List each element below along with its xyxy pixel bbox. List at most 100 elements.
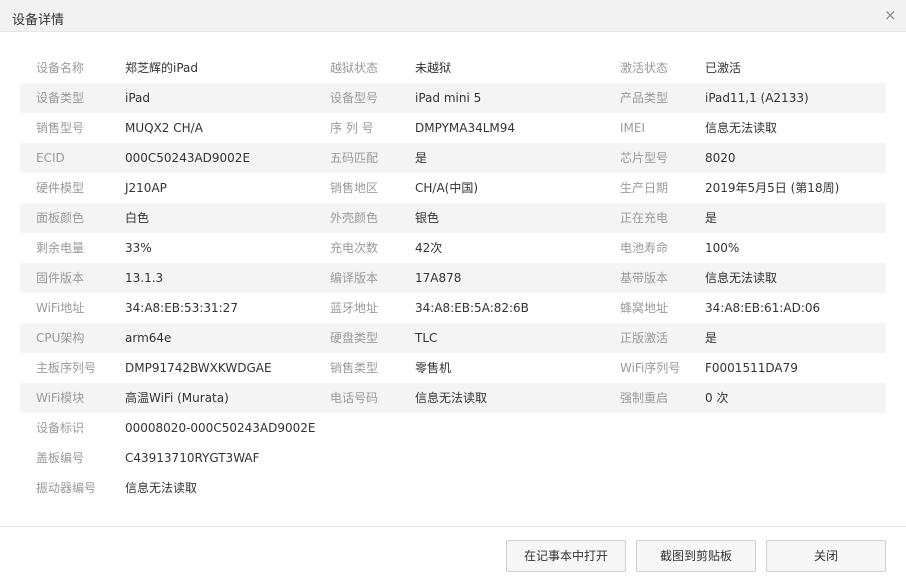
- field-value-charge-cycles: 42次: [415, 241, 443, 255]
- field-value-chip-model: 8020: [705, 151, 736, 165]
- field-label-device-name: 设备名称: [36, 61, 85, 75]
- info-row: 设备标识 00008020-000C50243AD9002E: [20, 413, 886, 443]
- field-value-cover-number: C43913710RYGT3WAF: [125, 451, 260, 465]
- field-label-vibrator-number: 振动器编号: [36, 481, 97, 495]
- field-label-genuine-activation: 正版激活: [620, 331, 669, 345]
- field-label-force-restart: 强制重启: [620, 391, 669, 405]
- field-value-wifi-address: 34:A8:EB:53:31:27: [125, 301, 238, 315]
- info-row: 固件版本 13.1.3 编译版本 17A878 基带版本 信息无法读取: [20, 263, 886, 293]
- device-info-grid: 设备名称 郑芝辉的iPad 越狱状态 未越狱 激活状态 已激活 设备类型 iPa…: [20, 53, 886, 503]
- field-label-charging: 正在充电: [620, 211, 669, 225]
- info-row: 主板序列号 DMP91742BWXKWDGAE 销售类型 零售机 WiFi序列号…: [20, 353, 886, 383]
- field-label-product-type: 产品类型: [620, 91, 669, 105]
- field-label-firmware-version: 固件版本: [36, 271, 85, 285]
- field-label-cover-number: 盖板编号: [36, 451, 85, 465]
- dialog-title: 设备详情: [12, 13, 65, 28]
- field-value-hardware-model: J210AP: [125, 181, 167, 195]
- info-row: 销售型号 MUQX2 CH/A 序 列 号 DMPYMA34LM94 IMEI …: [20, 113, 886, 143]
- field-value-vibrator-number: 信息无法读取: [125, 481, 198, 495]
- field-value-build-version: 17A878: [415, 271, 462, 285]
- field-label-activation-status: 激活状态: [620, 61, 669, 75]
- field-value-activation-status: 已激活: [705, 61, 742, 75]
- field-value-wifi-module: 高温WiFi (Murata): [125, 391, 229, 405]
- footer-divider: [0, 526, 906, 527]
- copy-screenshot-button[interactable]: 截图到剪贴板: [636, 540, 756, 572]
- field-value-shell-color: 银色: [415, 211, 440, 225]
- field-label-sales-model: 销售型号: [36, 121, 85, 135]
- field-label-wifi-module: WiFi模块: [36, 391, 85, 405]
- field-value-force-restart: 0 次: [705, 391, 729, 405]
- field-label-board-serial: 主板序列号: [36, 361, 97, 375]
- field-label-wifi-address: WiFi地址: [36, 301, 85, 315]
- field-label-production-date: 生产日期: [620, 181, 669, 195]
- info-row: 设备名称 郑芝辉的iPad 越狱状态 未越狱 激活状态 已激活: [20, 53, 886, 83]
- field-value-wifi-serial: F0001511DA79: [705, 361, 798, 375]
- field-value-battery-level: 33%: [125, 241, 152, 255]
- field-value-cellular-address: 34:A8:EB:61:AD:06: [705, 301, 821, 315]
- field-value-disk-type: TLC: [415, 331, 438, 345]
- field-label-baseband-version: 基带版本: [620, 271, 669, 285]
- field-label-wifi-serial: WiFi序列号: [620, 361, 681, 375]
- info-row: 硬件模型 J210AP 销售地区 CH/A(中国) 生产日期 2019年5月5日…: [20, 173, 886, 203]
- field-label-bluetooth-address: 蓝牙地址: [330, 301, 379, 315]
- field-value-bluetooth-address: 34:A8:EB:5A:82:6B: [415, 301, 529, 315]
- field-label-jailbreak-status: 越狱状态: [330, 61, 379, 75]
- field-value-jailbreak-status: 未越狱: [415, 61, 452, 75]
- info-row: WiFi地址 34:A8:EB:53:31:27 蓝牙地址 34:A8:EB:5…: [20, 293, 886, 323]
- field-label-battery-health: 电池寿命: [620, 241, 669, 255]
- field-value-imei: 信息无法读取: [705, 121, 778, 135]
- field-label-battery-level: 剩余电量: [36, 241, 85, 255]
- field-value-sales-region: CH/A(中国): [415, 181, 479, 195]
- field-value-genuine-activation: 是: [705, 331, 718, 345]
- field-value-ecid: 000C50243AD9002E: [125, 151, 251, 165]
- field-label-ecid: ECID: [36, 151, 65, 165]
- info-row: WiFi模块 高温WiFi (Murata) 电话号码 信息无法读取 强制重启 …: [20, 383, 886, 413]
- field-value-battery-health: 100%: [705, 241, 740, 255]
- field-value-serial-number: DMPYMA34LM94: [415, 121, 516, 135]
- field-label-chip-model: 芯片型号: [620, 151, 669, 165]
- field-value-device-name: 郑芝辉的iPad: [125, 61, 199, 75]
- field-value-board-serial: DMP91742BWXKWDGAE: [125, 361, 272, 375]
- field-value-panel-color: 白色: [125, 211, 150, 225]
- field-label-five-code-match: 五码匹配: [330, 151, 379, 165]
- field-label-device-type: 设备类型: [36, 91, 85, 105]
- field-label-panel-color: 面板颜色: [36, 211, 85, 225]
- field-label-serial-number: 序 列 号: [330, 121, 374, 135]
- close-icon[interactable]: ×: [884, 8, 897, 23]
- field-value-sales-type: 零售机: [415, 361, 452, 375]
- info-row: ECID 000C50243AD9002E 五码匹配 是 芯片型号 8020: [20, 143, 886, 173]
- field-value-device-identifier: 00008020-000C50243AD9002E: [125, 421, 316, 435]
- field-value-phone-number: 信息无法读取: [415, 391, 488, 405]
- field-label-build-version: 编译版本: [330, 271, 379, 285]
- field-value-production-date: 2019年5月5日 (第18周): [705, 181, 840, 195]
- field-label-imei: IMEI: [620, 121, 646, 135]
- field-label-disk-type: 硬盘类型: [330, 331, 379, 345]
- field-value-device-model: iPad mini 5: [415, 91, 482, 105]
- field-label-device-identifier: 设备标识: [36, 421, 85, 435]
- open-in-notepad-button[interactable]: 在记事本中打开: [506, 540, 626, 572]
- field-label-sales-region: 销售地区: [330, 181, 379, 195]
- field-label-shell-color: 外壳颜色: [330, 211, 379, 225]
- field-value-sales-model: MUQX2 CH/A: [125, 121, 203, 135]
- info-row: 盖板编号 C43913710RYGT3WAF: [20, 443, 886, 473]
- info-row: CPU架构 arm64e 硬盘类型 TLC 正版激活 是: [20, 323, 886, 353]
- field-label-phone-number: 电话号码: [330, 391, 379, 405]
- info-row: 剩余电量 33% 充电次数 42次 电池寿命 100%: [20, 233, 886, 263]
- field-label-hardware-model: 硬件模型: [36, 181, 85, 195]
- field-value-baseband-version: 信息无法读取: [705, 271, 778, 285]
- field-label-cpu-arch: CPU架构: [36, 331, 85, 345]
- info-row: 振动器编号 信息无法读取: [20, 473, 886, 503]
- field-value-product-type: iPad11,1 (A2133): [705, 91, 809, 105]
- field-label-charge-cycles: 充电次数: [330, 241, 379, 255]
- info-row: 面板颜色 白色 外壳颜色 银色 正在充电 是: [20, 203, 886, 233]
- close-button[interactable]: 关闭: [766, 540, 886, 572]
- field-value-charging: 是: [705, 211, 718, 225]
- field-label-sales-type: 销售类型: [330, 361, 379, 375]
- info-row: 设备类型 iPad 设备型号 iPad mini 5 产品类型 iPad11,1…: [20, 83, 886, 113]
- field-value-firmware-version: 13.1.3: [125, 271, 164, 285]
- field-label-device-model: 设备型号: [330, 91, 379, 105]
- field-value-device-type: iPad: [125, 91, 151, 105]
- field-value-cpu-arch: arm64e: [125, 331, 172, 345]
- field-label-cellular-address: 蜂窝地址: [620, 301, 669, 315]
- dialog-titlebar: 设备详情 ×: [0, 0, 906, 32]
